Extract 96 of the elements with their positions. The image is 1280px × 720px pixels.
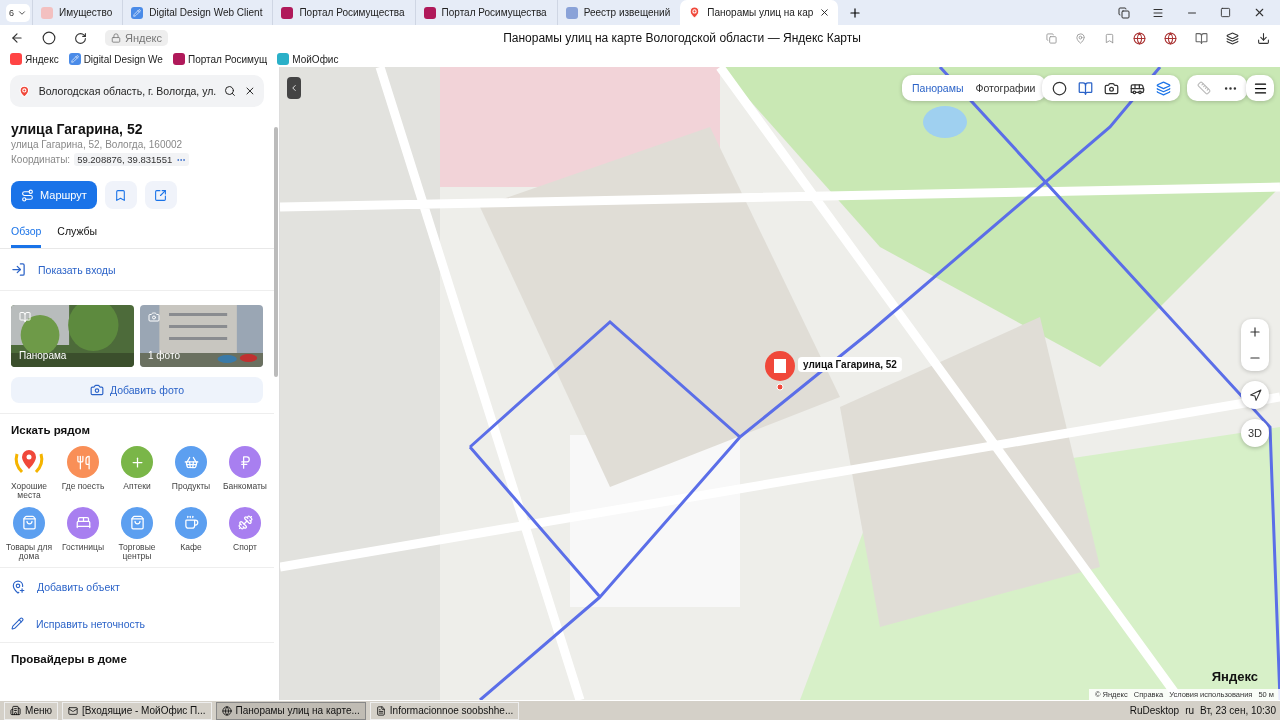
place-title: улица Гагарина, 52 xyxy=(11,121,144,137)
browser-tab[interactable]: Digital Design Web Client xyxy=(122,0,271,25)
coords-value[interactable]: 59.208876, 39.831551 xyxy=(74,153,190,166)
action-link[interactable]: Исправить неточность xyxy=(36,617,146,630)
extension-icon[interactable] xyxy=(1195,31,1208,45)
document-icon xyxy=(375,705,386,716)
close-icon[interactable] xyxy=(819,7,831,18)
bookmark-link[interactable]: Яндекс xyxy=(10,53,59,65)
pencil-icon xyxy=(11,617,24,631)
share-icon xyxy=(154,188,168,202)
back-icon[interactable] xyxy=(10,31,24,45)
maximize-icon[interactable] xyxy=(1220,7,1231,18)
add-photo-button[interactable]: Добавить фото xyxy=(11,377,263,403)
navigation-arrow-icon xyxy=(1248,388,1262,402)
category-item[interactable]: Продукты xyxy=(164,446,218,501)
close-icon[interactable] xyxy=(1253,6,1266,19)
category-item[interactable]: Банкоматы xyxy=(218,446,272,501)
layers-icon[interactable] xyxy=(1155,80,1171,96)
entrance-icon xyxy=(11,262,26,277)
section-title: Искать рядом xyxy=(11,424,91,436)
zoom-in-icon[interactable] xyxy=(1248,325,1262,339)
start-icon xyxy=(10,705,21,716)
category-item[interactable]: Где поесть xyxy=(56,446,110,501)
section-title: Провайдеры в доме xyxy=(11,653,128,666)
photo-card[interactable]: 1 фото xyxy=(140,305,263,367)
taskbar-window[interactable]: Панорамы улиц на карте... xyxy=(215,701,366,720)
collapse-button[interactable] xyxy=(287,77,301,99)
category-item[interactable]: Хорошие места xyxy=(2,446,56,501)
panel-tab[interactable]: Службы xyxy=(57,219,98,248)
tab-count-button[interactable]: 6 xyxy=(6,3,30,22)
clock: Вт, 23 сен, 10:30 xyxy=(1200,705,1276,716)
map-pin-icon xyxy=(688,6,702,19)
menu-icon[interactable] xyxy=(1252,80,1268,96)
map-marker-icon xyxy=(764,351,796,393)
browser-tab[interactable]: Реестр извещений xyxy=(556,0,679,25)
chevron-left-icon xyxy=(289,83,299,93)
add-pin-icon xyxy=(11,579,25,594)
map-mode-toggle[interactable]: Панорамы xyxy=(906,82,970,94)
reload-icon[interactable] xyxy=(74,31,87,45)
pencil-icon xyxy=(131,6,144,19)
entrances-link[interactable]: Показать входы xyxy=(38,263,116,276)
route-icon xyxy=(21,188,34,202)
site-chip[interactable]: Яндекс xyxy=(105,30,168,46)
category-item[interactable]: Гостиницы xyxy=(56,506,110,562)
taskbar-window[interactable]: Informacionnoe soobshhe... xyxy=(369,701,520,720)
photo-label: 1 фото xyxy=(148,350,180,361)
language-indicator[interactable]: ru xyxy=(1185,705,1195,716)
search-icon[interactable] xyxy=(224,84,237,98)
panorama-icon xyxy=(19,311,31,323)
extension-icon[interactable] xyxy=(1133,31,1146,45)
camera-icon[interactable] xyxy=(1103,80,1119,96)
category-item[interactable]: Товары для дома xyxy=(2,506,56,562)
browser-tab[interactable]: Панорамы улиц на кар xyxy=(680,0,839,25)
route-button[interactable]: Маршрут xyxy=(11,181,97,209)
camera-icon xyxy=(148,311,160,323)
pencil-icon xyxy=(68,53,81,65)
map-mode-toggle[interactable]: Фотографии xyxy=(969,82,1042,94)
bookmark-link[interactable]: МойОфис xyxy=(277,53,339,65)
globe-icon xyxy=(221,705,232,716)
map-logo: Яндекс xyxy=(1211,669,1258,684)
ring-icon[interactable] xyxy=(1051,80,1067,96)
new-tab-icon[interactable] xyxy=(848,5,863,20)
panorama-icon[interactable] xyxy=(1077,80,1093,96)
search-field[interactable]: Вологодская область, г. Вологда, ул. xyxy=(10,75,264,107)
camera-plus-icon xyxy=(89,383,104,397)
category-item[interactable]: Спорт xyxy=(218,506,272,562)
page-title: Панорамы улиц на карте Вологодской области — Яндекс Карты xyxy=(502,31,862,45)
share-button[interactable] xyxy=(144,181,177,209)
start-button[interactable]: Меню xyxy=(4,701,59,720)
photo-card[interactable]: Панорама xyxy=(11,305,134,367)
taskbar-window[interactable]: [Входящие - МойОфис П... xyxy=(62,701,212,720)
extension-icon[interactable] xyxy=(1164,31,1177,45)
bookmark-icon xyxy=(114,188,128,202)
action-link[interactable]: Добавить объект xyxy=(37,580,120,593)
browser-tab[interactable]: Имущество xyxy=(32,0,121,25)
bookmark-button[interactable] xyxy=(104,181,137,209)
browser-tab[interactable]: Портал Росимущества xyxy=(414,0,555,25)
tray-app[interactable]: RuDesktop xyxy=(1129,705,1180,716)
browser-tab[interactable]: Портал Росимущества xyxy=(272,0,413,25)
coords-label: Координаты: xyxy=(11,154,71,165)
tabs-icon[interactable] xyxy=(1118,6,1130,19)
mail-icon xyxy=(68,705,79,716)
map-pin-icon xyxy=(18,83,31,99)
place-address: улица Гагарина, 52, Вологда, 160002 xyxy=(11,139,184,150)
lock-icon xyxy=(111,33,121,43)
category-item[interactable]: Торговые центры xyxy=(110,506,164,562)
category-item[interactable]: Аптеки xyxy=(110,446,164,501)
download-icon[interactable] xyxy=(1257,31,1270,45)
category-item[interactable]: Кафе xyxy=(164,506,218,562)
menu-icon[interactable] xyxy=(1152,6,1164,19)
marker-label: улица Гагарина, 52 xyxy=(798,357,902,372)
bookmark-link[interactable]: Портал Росимущ xyxy=(172,53,268,65)
bookmark-link[interactable]: Digital Design We xyxy=(68,53,163,65)
panel-tab[interactable]: Обзор xyxy=(11,219,42,248)
photo-label: Панорама xyxy=(19,350,67,361)
extension-icon[interactable] xyxy=(1226,31,1239,45)
